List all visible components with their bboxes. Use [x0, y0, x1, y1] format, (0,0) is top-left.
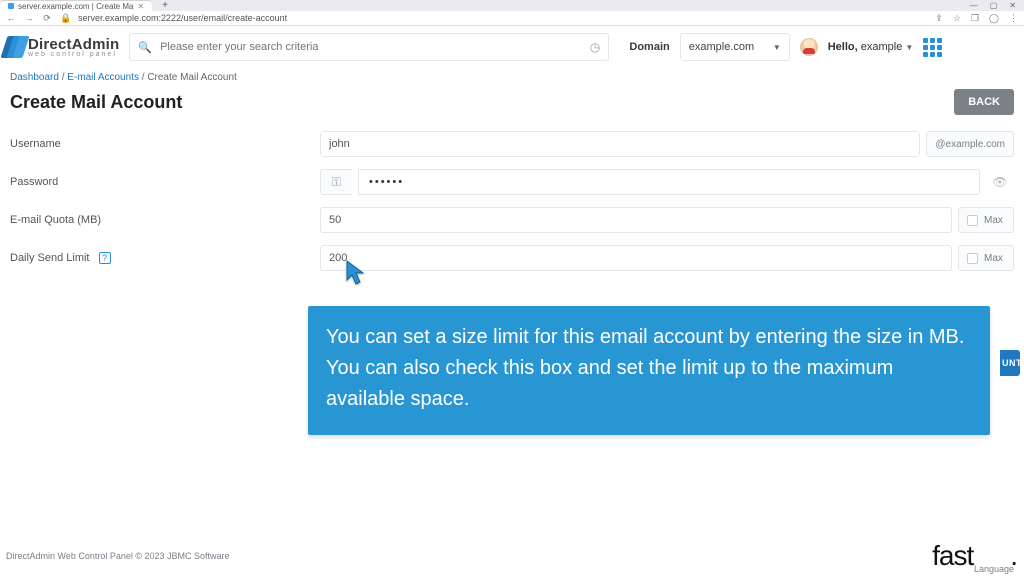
maximize-icon[interactable]: ▢ — [990, 1, 998, 10]
app-header: DirectAdmin web control panel 🔍 ◷ Domain… — [0, 26, 1024, 68]
back-icon[interactable]: ← — [6, 13, 16, 23]
new-tab-button[interactable]: + — [158, 0, 172, 11]
help-icon[interactable]: ? — [99, 252, 111, 264]
greeting[interactable]: Hello, example ▼ — [828, 41, 914, 53]
extension-icon[interactable]: ❐ — [971, 13, 979, 24]
create-account-button-peek[interactable]: UNT — [1000, 350, 1020, 376]
language-switch[interactable]: Language — [974, 564, 1014, 574]
page-title: Create Mail Account — [10, 92, 182, 113]
quota-label: E-mail Quota (MB) — [10, 214, 320, 226]
username-domain-suffix: @example.com — [926, 131, 1014, 157]
quota-input[interactable] — [320, 207, 952, 233]
avatar-icon[interactable] — [800, 38, 818, 56]
close-tab-icon[interactable]: ✕ — [137, 2, 144, 11]
password-input[interactable] — [358, 169, 980, 195]
share-icon[interactable]: ⇪ — [935, 13, 943, 24]
domain-value: example.com — [689, 41, 754, 53]
cursor-icon — [346, 260, 364, 286]
tab-title: server.example.com | Create Ma — [18, 2, 133, 11]
browser-tabstrip: server.example.com | Create Ma ✕ + — ▢ ✕ — [0, 0, 1024, 11]
brand-logo[interactable]: DirectAdmin web control panel — [4, 36, 119, 58]
history-icon[interactable]: ◷ — [590, 40, 600, 54]
eye-icon: 👁 — [992, 175, 1007, 189]
kebab-icon[interactable]: ⋮ — [1009, 13, 1018, 24]
reload-icon[interactable]: ⟳ — [42, 13, 52, 24]
apps-grid-icon[interactable] — [923, 38, 942, 57]
generate-password-button[interactable]: ⚿ — [320, 169, 352, 195]
crumb-email-accounts[interactable]: E-mail Accounts — [67, 72, 139, 83]
search-icon: 🔍 — [138, 41, 152, 54]
crumb-dashboard[interactable]: Dashboard — [10, 72, 59, 83]
global-search[interactable]: 🔍 ◷ — [129, 33, 609, 61]
chevron-down-icon: ▼ — [773, 43, 781, 52]
profile-icon[interactable]: ◯ — [989, 13, 999, 24]
window-controls: — ▢ ✕ — [970, 1, 1024, 10]
send-limit-label: Daily Send Limit ? — [10, 252, 320, 264]
dice-icon: ⚿ — [332, 175, 341, 190]
password-label: Password — [10, 176, 320, 188]
send-max-toggle[interactable]: Max — [958, 245, 1014, 271]
create-account-form: Username @example.com Password ⚿ 👁 E-mai… — [0, 125, 1024, 277]
footer: DirectAdmin Web Control Panel © 2023 JBM… — [0, 540, 1024, 572]
browser-tab[interactable]: server.example.com | Create Ma ✕ — [0, 0, 152, 11]
address-bar[interactable]: server.example.com:2222/user/email/creat… — [78, 13, 927, 23]
minimize-icon[interactable]: — — [970, 1, 978, 10]
search-input[interactable] — [160, 41, 582, 53]
send-limit-input[interactable] — [320, 245, 952, 271]
breadcrumb: Dashboard / E-mail Accounts / Create Mai… — [0, 68, 1024, 89]
browser-toolbar: ← → ⟳ 🔒 server.example.com:2222/user/ema… — [0, 11, 1024, 26]
star-icon[interactable]: ☆ — [953, 13, 961, 24]
brand-tagline: web control panel — [28, 51, 119, 58]
toggle-password-visibility[interactable]: 👁 — [986, 169, 1014, 195]
checkbox-icon[interactable] — [967, 253, 978, 264]
checkbox-icon[interactable] — [967, 215, 978, 226]
domain-select[interactable]: example.com ▼ — [680, 33, 790, 61]
forward-icon[interactable]: → — [24, 13, 34, 23]
tutorial-overlay: You can set a size limit for this email … — [308, 306, 990, 435]
brand-mark-icon — [4, 36, 22, 58]
username-label: Username — [10, 138, 320, 150]
copyright: DirectAdmin Web Control Panel © 2023 JBM… — [6, 551, 230, 561]
quota-max-toggle[interactable]: Max — [958, 207, 1014, 233]
close-window-icon[interactable]: ✕ — [1009, 1, 1016, 10]
domain-label: Domain — [629, 41, 669, 53]
lock-icon: 🔒 — [60, 13, 70, 24]
username-input[interactable] — [320, 131, 920, 157]
crumb-current: Create Mail Account — [147, 72, 237, 83]
back-button[interactable]: BACK — [954, 89, 1014, 115]
favicon-icon — [8, 3, 14, 9]
chevron-down-icon: ▼ — [905, 43, 913, 52]
